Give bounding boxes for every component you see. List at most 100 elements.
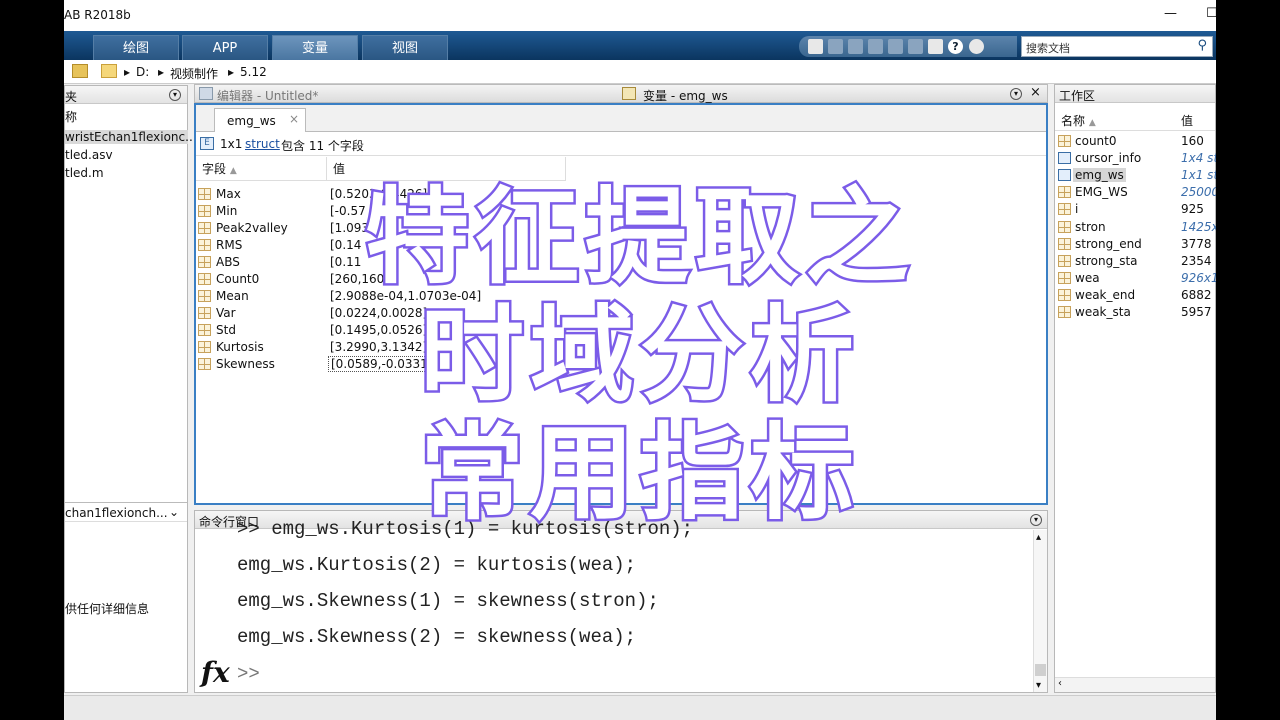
- struct-link[interactable]: struct: [245, 137, 280, 151]
- workspace-var-row[interactable]: cursor_info 1x4 struct: [1055, 150, 1216, 167]
- sort-up-icon: ▲: [1088, 118, 1096, 128]
- var-name: wea: [1075, 271, 1100, 285]
- scroll-left-icon[interactable]: ‹: [1058, 678, 1062, 689]
- numeric-var-icon: [1058, 238, 1071, 250]
- struct-field-count: 包含 11 个字段: [281, 139, 364, 153]
- tab-emg-ws[interactable]: emg_ws ×: [214, 108, 306, 132]
- search-icon[interactable]: ⚲: [1197, 38, 1207, 53]
- var-name: emg_ws: [1073, 168, 1126, 182]
- struct-summary: E 1x1 struct 包含 11 个字段: [196, 132, 1046, 156]
- field-name: Min: [216, 204, 238, 218]
- numeric-var-icon: [1058, 306, 1071, 318]
- tab-view[interactable]: 视图: [362, 35, 448, 60]
- folder-icon: [101, 64, 117, 78]
- struct-size: 1x1: [220, 137, 243, 151]
- scroll-thumb[interactable]: [1035, 664, 1046, 676]
- var-name: EMG_WS: [1075, 185, 1128, 199]
- search-placeholder: 搜索文档: [1026, 42, 1070, 55]
- workspace-var-row[interactable]: stron 1425x1: [1055, 219, 1216, 236]
- editor-title-bar[interactable]: 编辑器 - Untitled* 变量 - emg_ws ▾ ×: [194, 84, 1048, 103]
- folder-browse-icon[interactable]: [72, 64, 88, 78]
- workspace-title: 工作区: [1059, 89, 1096, 103]
- workspace-var-row[interactable]: strong_sta 2354: [1055, 253, 1215, 270]
- var-value: 926x1: [1181, 271, 1216, 285]
- workspace-var-row[interactable]: i 925: [1055, 201, 1215, 218]
- switch-windows-icon[interactable]: [928, 39, 943, 54]
- command-scrollbar[interactable]: ▴ ▾: [1033, 530, 1047, 692]
- status-bar: [64, 695, 1216, 720]
- help-icon[interactable]: ?: [948, 39, 963, 54]
- command-output[interactable]: >> emg_ws.Kurtosis(1) = kurtosis(stron);…: [237, 518, 1031, 692]
- tab-variable[interactable]: 变量: [272, 35, 358, 60]
- minimize-button[interactable]: —: [1164, 6, 1177, 21]
- variable-editor-icon: [622, 87, 636, 100]
- scroll-up-icon[interactable]: ▴: [1036, 532, 1041, 543]
- field-name: Peak2valley: [216, 221, 288, 235]
- numeric-var-icon: [1058, 135, 1071, 147]
- crumb-separator-icon: ▸: [158, 65, 165, 79]
- workspace-var-row[interactable]: wea 926x1: [1055, 270, 1216, 287]
- copy-icon[interactable]: [848, 39, 863, 54]
- overlay-caption: 特征提取之 时域分析 常用指标: [320, 176, 960, 535]
- struct-var-icon: [1058, 152, 1071, 164]
- panel-menu-icon[interactable]: ▾: [169, 89, 181, 101]
- column-name-label: 名称: [1061, 114, 1086, 128]
- tab-plots[interactable]: 绘图: [93, 35, 179, 60]
- variable-tab-strip: emg_ws ×: [196, 105, 1046, 132]
- cut-icon[interactable]: [828, 39, 843, 54]
- panel-menu-icon[interactable]: ▾: [1030, 514, 1042, 526]
- paste-icon[interactable]: [868, 39, 883, 54]
- title-bar: AB R2018b — ☐: [64, 0, 1216, 31]
- numeric-field-icon: [198, 324, 211, 336]
- chevron-down-icon[interactable]: [969, 39, 984, 54]
- maximize-button[interactable]: ☐: [1206, 6, 1216, 21]
- file-item[interactable]: tled.m: [65, 166, 104, 180]
- numeric-field-icon: [198, 307, 211, 319]
- workspace-var-row[interactable]: weak_sta 5957: [1055, 304, 1215, 321]
- breadcrumb-drive[interactable]: D:: [136, 65, 149, 79]
- quick-access-toolbar: ?: [799, 36, 1017, 57]
- field-name: RMS: [216, 238, 243, 252]
- documentation-search[interactable]: 搜索文档 ⚲: [1021, 36, 1213, 57]
- column-header-field[interactable]: 字段 ▲: [196, 157, 327, 181]
- panel-menu-icon[interactable]: ▾: [1010, 88, 1022, 100]
- breadcrumb-subfolder[interactable]: 5.12: [240, 65, 267, 79]
- crumb-separator-icon: ▸: [228, 65, 235, 79]
- caption-line-2: 时域分析: [417, 294, 860, 417]
- details-message: 供任何详细信息: [65, 602, 150, 616]
- column-field-label: 字段: [202, 162, 227, 176]
- numeric-field-icon: [198, 205, 211, 217]
- details-header[interactable]: chan1flexionch... ⌄: [65, 502, 187, 522]
- workspace-var-row[interactable]: EMG_WS 25000x4: [1055, 184, 1216, 201]
- command-prompt[interactable]: >>: [237, 663, 260, 685]
- file-item[interactable]: tled.asv: [65, 148, 113, 162]
- function-browser-icon[interactable]: fx: [201, 656, 230, 689]
- workspace-hscrollbar[interactable]: ‹: [1055, 677, 1215, 692]
- file-item[interactable]: wristEchan1flexionc...: [65, 130, 197, 144]
- chevron-down-icon[interactable]: ⌄: [169, 505, 179, 519]
- undo-icon[interactable]: [888, 39, 903, 54]
- command-line: emg_ws.Kurtosis(2) = kurtosis(wea);: [237, 554, 637, 576]
- field-name: Count0: [216, 272, 260, 286]
- workspace-var-row[interactable]: strong_end 3778: [1055, 236, 1215, 253]
- address-bar[interactable]: ▸ D: ▸ 视频制作 ▸ 5.12: [64, 60, 1216, 84]
- editor-icon: [199, 87, 213, 100]
- close-icon[interactable]: ×: [289, 112, 299, 126]
- breadcrumb-folder[interactable]: 视频制作: [170, 65, 218, 82]
- tab-apps[interactable]: APP: [182, 35, 268, 60]
- close-icon[interactable]: ×: [1030, 85, 1041, 100]
- save-icon[interactable]: [808, 39, 823, 54]
- workspace-var-row-selected[interactable]: emg_ws 1x1 struct: [1055, 167, 1216, 184]
- folder-col-name[interactable]: 称: [65, 108, 77, 125]
- column-header-name[interactable]: 名称 ▲: [1061, 112, 1096, 129]
- field-name: Kurtosis: [216, 340, 264, 354]
- column-header-value[interactable]: 值: [1181, 112, 1193, 129]
- scroll-down-icon[interactable]: ▾: [1036, 680, 1041, 691]
- numeric-var-icon: [1058, 221, 1071, 233]
- window-title: AB R2018b: [64, 8, 131, 22]
- ribbon-tabs: 绘图 APP 变量 视图 ? 搜索文档 ⚲: [64, 31, 1216, 60]
- field-name: Skewness: [216, 357, 275, 371]
- workspace-var-row[interactable]: count0 160: [1055, 133, 1215, 150]
- workspace-var-row[interactable]: weak_end 6882: [1055, 287, 1215, 304]
- redo-icon[interactable]: [908, 39, 923, 54]
